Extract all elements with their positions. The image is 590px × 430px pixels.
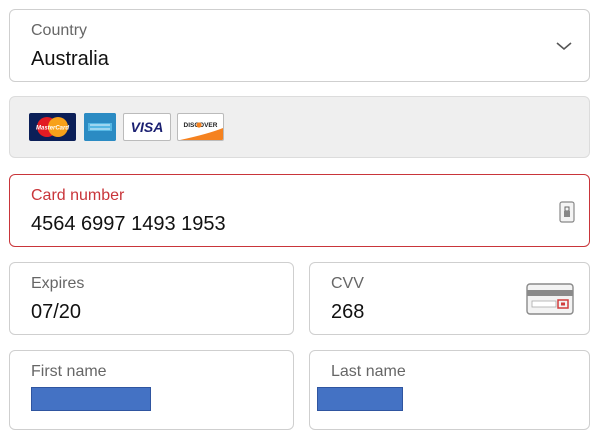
expires-field[interactable]: Expires 07/20 <box>9 262 294 335</box>
last-name-label: Last name <box>331 363 406 380</box>
cvv-value: 268 <box>331 301 365 323</box>
redaction-box <box>317 387 403 411</box>
chevron-down-icon[interactable] <box>555 40 573 52</box>
mastercard-logo: MasterCard <box>29 113 76 141</box>
card-number-value: 4564 6997 1493 1953 <box>31 213 226 235</box>
card-number-field[interactable]: Card number 4564 6997 1493 1953 <box>9 174 590 247</box>
country-label: Country <box>31 22 88 39</box>
visa-logo: VISA <box>123 113 171 141</box>
card-number-label: Card number <box>31 187 125 204</box>
visa-logo-text: VISA <box>131 119 164 135</box>
first-name-field[interactable]: First name <box>9 350 294 430</box>
card-back-icon <box>526 283 574 315</box>
cvv-field[interactable]: CVV 268 <box>309 262 590 335</box>
country-select[interactable]: Country Australia <box>9 9 590 82</box>
cvv-label: CVV <box>331 275 364 292</box>
country-value: Australia <box>31 48 109 70</box>
first-name-label: First name <box>31 363 107 380</box>
amex-logo <box>84 113 116 141</box>
mastercard-logo-text: MasterCard <box>36 126 69 132</box>
accepted-cards-bar: MasterCard VISA DISCOVER <box>9 96 590 158</box>
expires-value: 07/20 <box>31 301 82 323</box>
expires-label: Expires <box>31 275 85 292</box>
last-name-field[interactable]: Last name <box>309 350 590 430</box>
lock-icon <box>559 201 575 223</box>
redaction-box <box>31 387 151 411</box>
discover-logo: DISCOVER <box>177 113 224 141</box>
